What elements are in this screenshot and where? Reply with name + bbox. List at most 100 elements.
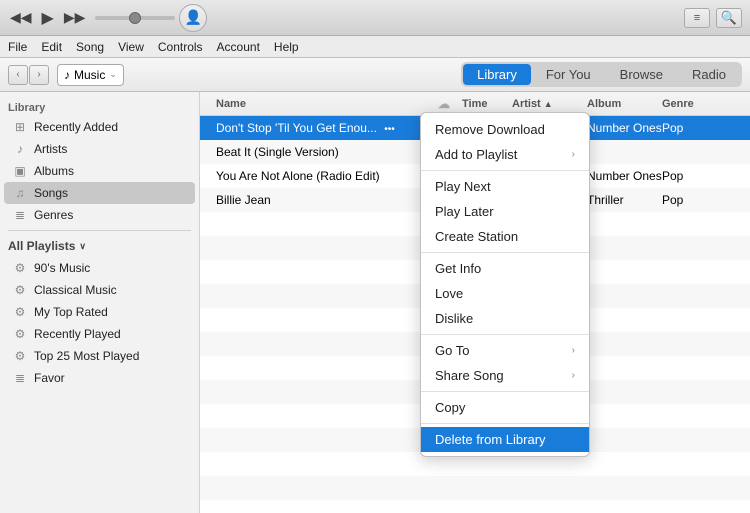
sidebar-item-top-25-most-played[interactable]: ⚙ Top 25 Most Played (4, 345, 195, 367)
tabs-container: Library For You Browse Radio (461, 62, 742, 87)
ctx-create-station[interactable]: Create Station (421, 224, 589, 249)
menu-controls[interactable]: Controls (158, 40, 203, 54)
nav-bar: ‹ › ♪ Music ⌄ Library For You Browse Rad… (0, 58, 750, 92)
sidebar-label-recently-added: Recently Added (34, 120, 118, 134)
ctx-separator (421, 252, 589, 253)
menu-help[interactable]: Help (274, 40, 299, 54)
sidebar-label-my-top-rated: My Top Rated (34, 305, 108, 319)
back-button[interactable]: ‹ (8, 65, 28, 85)
song-album: Thriller (587, 193, 662, 207)
ctx-go-to[interactable]: Go To › (421, 338, 589, 363)
ctx-copy[interactable]: Copy (421, 395, 589, 420)
sidebar-label-recently-played: Recently Played (34, 327, 121, 341)
tab-library[interactable]: Library (463, 64, 531, 85)
playlist-classical-icon: ⚙ (12, 282, 28, 298)
col-header-genre[interactable]: Genre (662, 98, 742, 110)
nav-arrows: ‹ › (8, 65, 49, 85)
col-header-name[interactable]: Name (208, 98, 438, 110)
sidebar-label-favor: Favor (34, 371, 65, 385)
song-name: You Are Not Alone (Radio Edit) (208, 169, 438, 183)
title-bar-right: ≡ 🔍 (684, 8, 742, 28)
progress-track[interactable] (95, 16, 175, 20)
sidebar-item-favor[interactable]: ≣ Favor (4, 367, 195, 389)
artists-icon: ♪ (12, 141, 28, 157)
cloud-header-icon: ☁ (438, 97, 450, 111)
title-bar: ◀◀ ▶ ▶▶ 👤 ≡ 🔍 (0, 0, 750, 36)
list-view-button[interactable]: ≡ (684, 8, 710, 28)
col-header-cloud: ☁ (438, 97, 462, 111)
progress-bar-container: 👤 (95, 4, 676, 32)
albums-icon: ▣ (12, 163, 28, 179)
ctx-play-later[interactable]: Play Later (421, 199, 589, 224)
menu-account[interactable]: Account (217, 40, 260, 54)
playlist-top-rated-icon: ⚙ (12, 304, 28, 320)
all-playlists-header[interactable]: All Playlists ∨ (0, 235, 199, 257)
song-genre: Pop (662, 169, 742, 183)
menu-song[interactable]: Song (76, 40, 104, 54)
ctx-separator (421, 423, 589, 424)
artist-label: Artist (512, 98, 541, 110)
ctx-love[interactable]: Love (421, 281, 589, 306)
ctx-add-to-playlist[interactable]: Add to Playlist › (421, 142, 589, 167)
ctx-dislike[interactable]: Dislike (421, 306, 589, 331)
ctx-arrow-icon: › (572, 345, 575, 356)
sidebar-item-classical-music[interactable]: ⚙ Classical Music (4, 279, 195, 301)
sidebar-label-classical-music: Classical Music (34, 283, 117, 297)
song-name: Billie Jean (208, 193, 438, 207)
menu-view[interactable]: View (118, 40, 144, 54)
progress-thumb[interactable] (129, 12, 141, 24)
ctx-get-info[interactable]: Get Info (421, 256, 589, 281)
menu-file[interactable]: File (8, 40, 27, 54)
menu-edit[interactable]: Edit (41, 40, 62, 54)
sidebar-divider (8, 230, 191, 231)
context-menu: Remove Download Add to Playlist › Play N… (420, 112, 590, 457)
playlist-top-25-icon: ⚙ (12, 348, 28, 364)
sidebar-item-my-top-rated[interactable]: ⚙ My Top Rated (4, 301, 195, 323)
song-dots: ••• (384, 124, 395, 135)
song-name: Beat It (Single Version) (208, 145, 438, 159)
col-header-album[interactable]: Album (587, 98, 662, 110)
sidebar-label-artists: Artists (34, 142, 67, 156)
music-selector-label: Music (74, 68, 105, 82)
ctx-remove-download[interactable]: Remove Download (421, 117, 589, 142)
sidebar-label-top-25-most-played: Top 25 Most Played (34, 349, 139, 363)
sidebar-label-90s-music: 90's Music (34, 261, 90, 275)
sidebar-item-artists[interactable]: ♪ Artists (4, 138, 195, 160)
sidebar-item-songs[interactable]: ♫ Songs (4, 182, 195, 204)
music-selector[interactable]: ♪ Music ⌄ (57, 64, 124, 86)
fast-forward-button[interactable]: ▶▶ (62, 7, 88, 28)
ctx-arrow-icon: › (572, 149, 575, 160)
sidebar-item-90s-music[interactable]: ⚙ 90's Music (4, 257, 195, 279)
playlist-recently-played-icon: ⚙ (12, 326, 28, 342)
account-icon[interactable]: 👤 (179, 4, 207, 32)
sort-arrow-icon: ▲ (544, 99, 553, 109)
playlist-favor-icon: ≣ (12, 370, 28, 386)
play-button[interactable]: ▶ (40, 6, 56, 30)
tab-browse[interactable]: Browse (606, 64, 677, 85)
col-header-time[interactable]: Time (462, 98, 512, 110)
song-row-empty (200, 500, 750, 513)
sidebar-item-recently-played[interactable]: ⚙ Recently Played (4, 323, 195, 345)
col-header-artist[interactable]: Artist ▲ (512, 98, 587, 110)
recently-added-icon: ⊞ (12, 119, 28, 135)
sidebar-item-genres[interactable]: ≣ Genres (4, 204, 195, 226)
music-note-icon: ♪ (64, 68, 70, 82)
search-button[interactable]: 🔍 (716, 8, 742, 28)
sidebar-label-genres: Genres (34, 208, 73, 222)
tab-radio[interactable]: Radio (678, 64, 740, 85)
forward-button[interactable]: › (29, 65, 49, 85)
song-row-empty (200, 476, 750, 500)
song-album: Number Ones (587, 169, 662, 183)
menu-bar: File Edit Song View Controls Account Hel… (0, 36, 750, 58)
transport-controls: ◀◀ ▶ ▶▶ (8, 6, 87, 30)
sidebar-item-recently-added[interactable]: ⊞ Recently Added (4, 116, 195, 138)
sidebar-item-albums[interactable]: ▣ Albums (4, 160, 195, 182)
ctx-delete-from-library[interactable]: Delete from Library (421, 427, 589, 452)
song-genre: Pop (662, 193, 742, 207)
rewind-button[interactable]: ◀◀ (8, 7, 34, 28)
ctx-share-song[interactable]: Share Song › (421, 363, 589, 388)
ctx-separator (421, 334, 589, 335)
tab-for-you[interactable]: For You (532, 64, 605, 85)
ctx-play-next[interactable]: Play Next (421, 174, 589, 199)
playlist-90s-icon: ⚙ (12, 260, 28, 276)
